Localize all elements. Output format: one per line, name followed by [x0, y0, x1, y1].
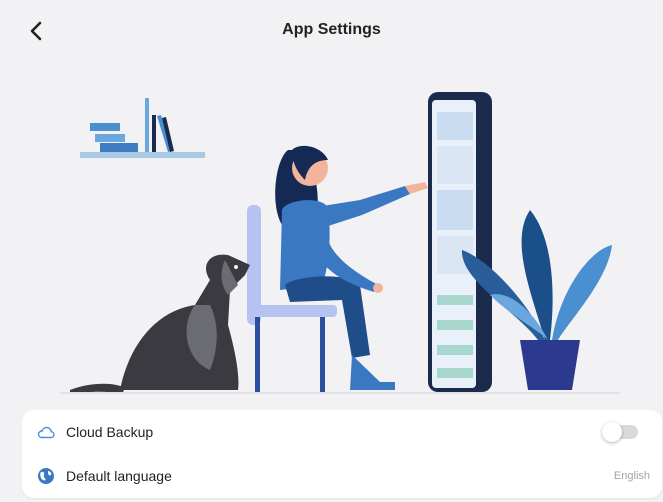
bookshelf-illustration — [80, 98, 205, 158]
phone-illustration — [428, 92, 492, 392]
app-header: App Settings — [0, 0, 663, 62]
page-title: App Settings — [282, 21, 381, 38]
person-illustration — [275, 145, 428, 390]
cloud-icon — [37, 423, 55, 441]
settings-illustration — [60, 92, 620, 394]
dog-illustration — [70, 254, 250, 394]
language-value: English — [613, 470, 650, 482]
cloud-backup-toggle[interactable] — [602, 422, 638, 442]
setting-row-cloud-backup[interactable]: Cloud Backup — [22, 410, 662, 454]
setting-row-default-language[interactable]: Default language English — [22, 454, 662, 498]
toggle-knob — [602, 422, 622, 442]
floor-line — [60, 392, 620, 394]
settings-card: Cloud Backup Default language English — [22, 410, 662, 498]
setting-label: Default language — [66, 468, 172, 484]
setting-label: Cloud Backup — [66, 424, 154, 440]
globe-icon — [37, 467, 55, 485]
